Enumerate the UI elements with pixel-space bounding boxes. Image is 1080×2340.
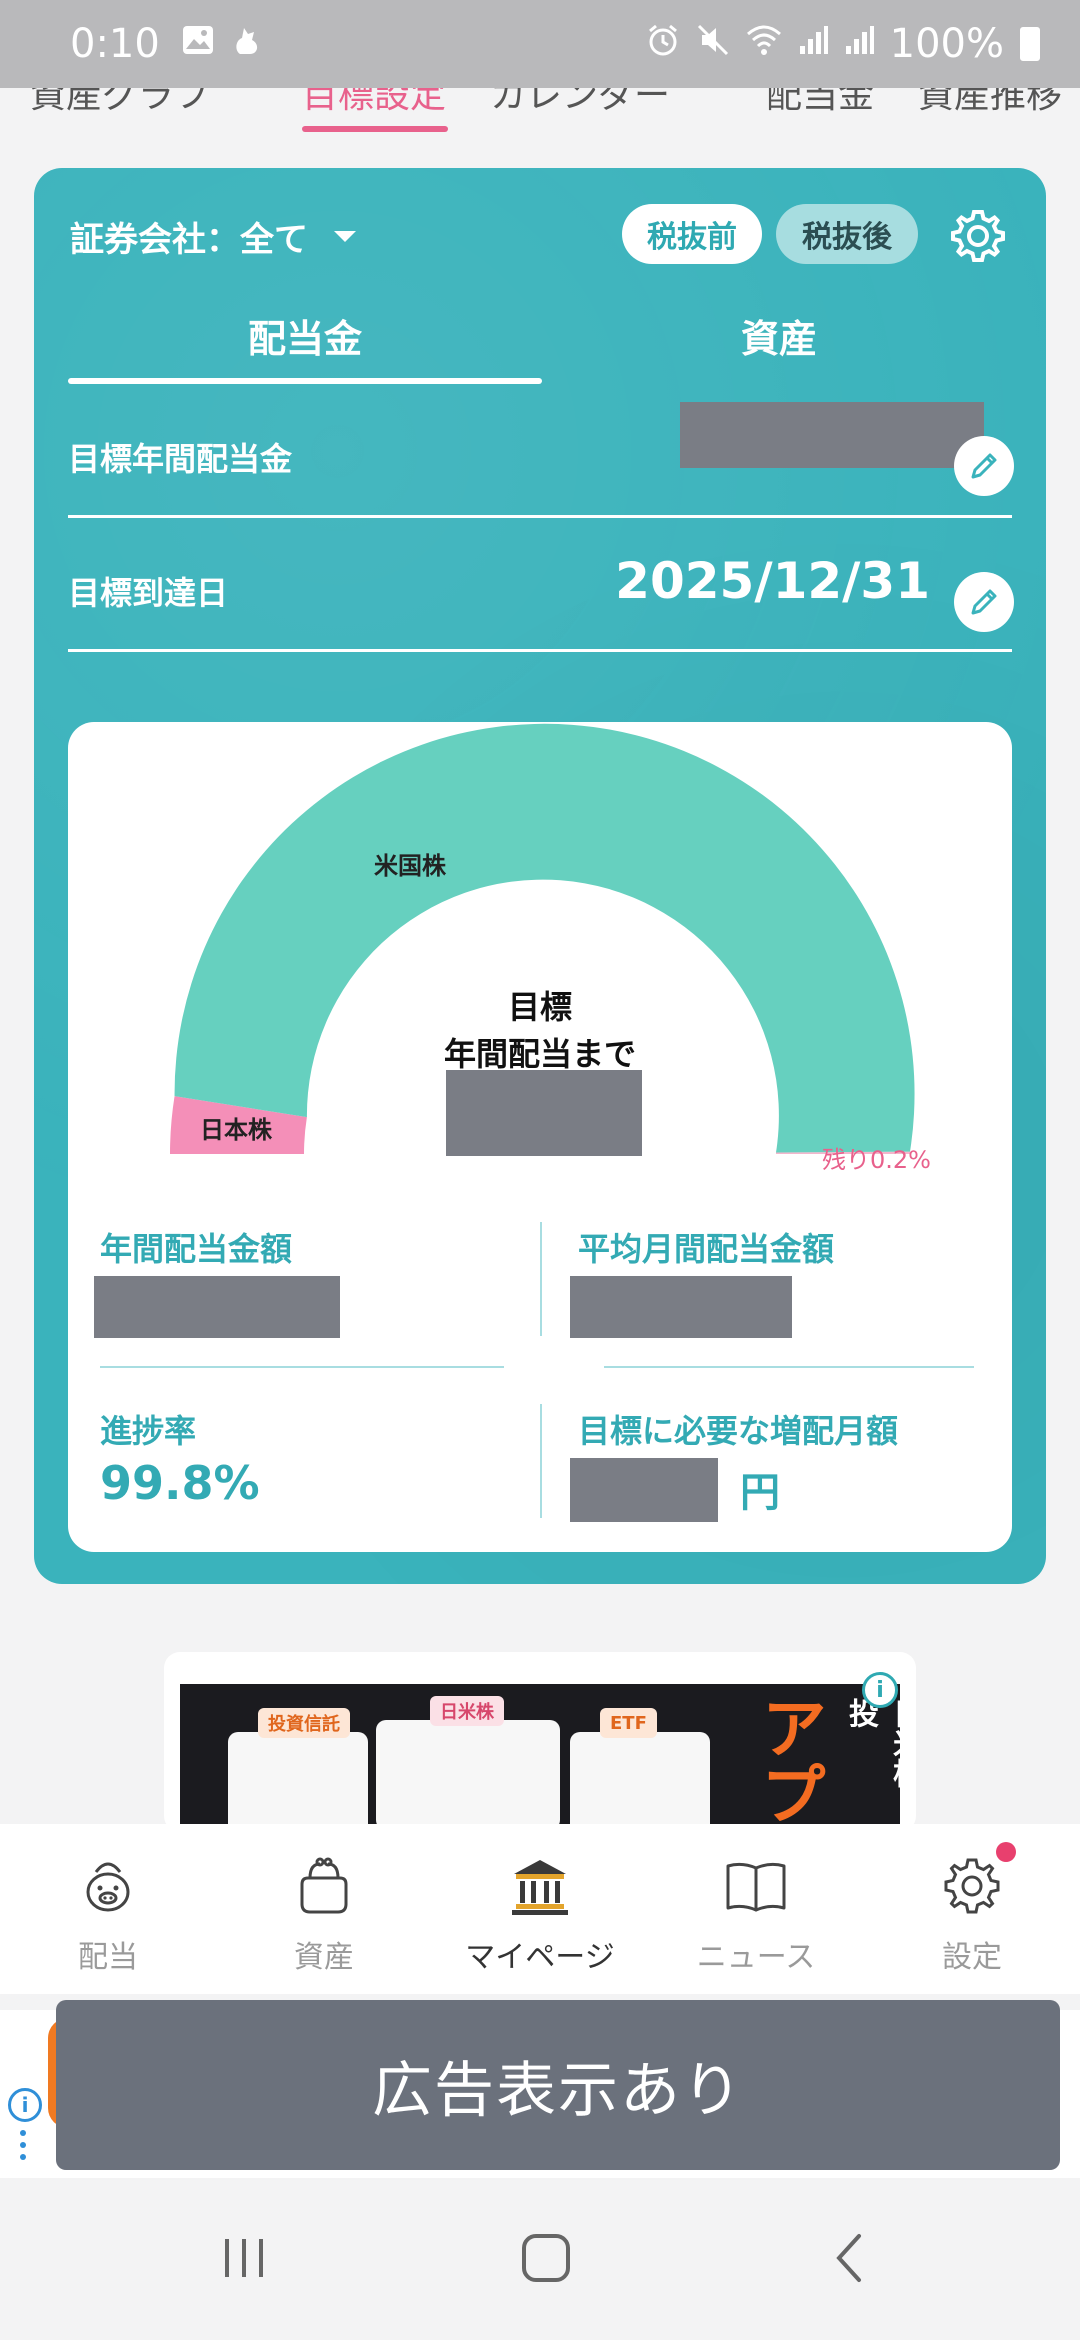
mute-icon: [696, 23, 730, 66]
pencil-icon: [971, 589, 997, 615]
target-date-label: 目標到達日: [68, 574, 229, 612]
divider: [540, 1404, 542, 1518]
piggy-bank-icon: [86, 1862, 130, 1912]
needed-monthly-increase-label: 目標に必要な増配月額: [578, 1412, 899, 1450]
gear-icon: [944, 1858, 1000, 1914]
redacted-value: [680, 402, 984, 468]
nav-item-dividend[interactable]: 配当: [0, 1824, 216, 1994]
progress-rate-value: 99.8%: [100, 1456, 260, 1510]
top-tab-underline: [302, 126, 448, 132]
redacted-value: [446, 1070, 642, 1156]
tab-asset[interactable]: 資産: [542, 308, 1016, 363]
ad-overlay-label: 広告表示あり: [56, 2000, 1060, 2170]
top-tab-calendar[interactable]: カレンダー: [490, 88, 670, 118]
ad-tag-etf: ETF: [600, 1708, 657, 1738]
nav-label-dividend: 配当: [78, 1940, 138, 1975]
redacted-value: [570, 1458, 718, 1522]
redacted-value: [94, 1276, 340, 1338]
notification-dot: [996, 1842, 1016, 1862]
target-date-row: 目標到達日 2025/12/31: [68, 522, 1012, 652]
signal-icon-2: [844, 24, 874, 65]
top-tab-asset-history[interactable]: 資産推移: [918, 88, 1062, 118]
gallery-icon: [182, 24, 214, 64]
goal-card: 証券会社：全て 税抜前 税抜後 配当金 資産 目標年間配当金 目標到達日 202…: [34, 168, 1046, 1584]
target-date-value: 2025/12/31: [615, 552, 930, 610]
nav-item-asset[interactable]: 資産: [216, 1824, 432, 1994]
after-tax-button[interactable]: 税抜後: [776, 204, 918, 264]
monthly-average-label: 平均月間配当金額: [578, 1230, 835, 1268]
nav-label-asset: 資産: [294, 1940, 354, 1975]
gauge-label-us: 米国株: [374, 852, 446, 880]
ad-big-text: アプ: [750, 1694, 827, 1826]
status-bar: 0:10 100%: [0, 0, 1080, 88]
home-icon[interactable]: [506, 2218, 586, 2298]
top-tab-dividend[interactable]: 配当金: [766, 88, 874, 118]
subtab-underline: [68, 378, 542, 384]
target-annual-label: 目標年間配当金: [68, 440, 293, 478]
divider: [540, 1222, 542, 1336]
nav-item-settings[interactable]: 設定: [864, 1824, 1080, 1994]
nav-item-news[interactable]: ニュース: [648, 1824, 864, 1994]
nav-label-mypage: マイページ: [465, 1940, 615, 1975]
system-navigation-bar: [0, 2178, 1080, 2340]
gear-icon[interactable]: [948, 206, 1008, 266]
top-tab-asset-graph[interactable]: 資産グラフ: [30, 88, 210, 118]
wifi-icon: [746, 24, 782, 65]
gauge-center-text: 目標 年間配当まで: [390, 984, 690, 1078]
yen-suffix: 円: [740, 1470, 780, 1516]
gauge-label-jp: 日本株: [200, 1116, 272, 1144]
cat-app-icon: [232, 24, 262, 65]
ad-side-text: 日米株・投: [843, 1698, 900, 1818]
pre-tax-button[interactable]: 税抜前: [622, 204, 762, 264]
nav-label-settings: 設定: [942, 1940, 1002, 1975]
ad-image[interactable]: 投資信託 日米株 ETF アプ 日米株・投: [180, 1684, 900, 1832]
nav-item-mypage[interactable]: マイページ: [432, 1824, 648, 1994]
top-tab-goal[interactable]: 目標設定: [302, 88, 446, 118]
ad-banner[interactable]: 投資信託 日米株 ETF アプ 日米株・投 i: [164, 1652, 916, 1832]
ad-screen-1: [228, 1732, 368, 1832]
ad-strip-info-icon[interactable]: i: [8, 2088, 42, 2122]
annual-dividend-label: 年間配当金額: [100, 1230, 293, 1268]
recent-apps-icon[interactable]: [204, 2218, 284, 2298]
bank-building-icon: [512, 1860, 568, 1915]
broker-label: 証券会社：全て: [70, 220, 308, 260]
progress-rate-label: 進捗率: [100, 1412, 197, 1450]
gauge-center-line1: 目標: [507, 988, 572, 1026]
broker-selector[interactable]: 証券会社：全て: [70, 212, 356, 261]
ad-info-icon[interactable]: i: [862, 1672, 898, 1708]
ad-tag-fund: 投資信託: [258, 1708, 350, 1738]
bottom-navigation: 配当 資産 マイページ ニュース 設定: [0, 1824, 1080, 1994]
nav-label-news: ニュース: [696, 1940, 816, 1975]
edit-target-annual-button[interactable]: [954, 436, 1014, 496]
battery-percent: 100%: [889, 21, 1004, 67]
gauge-label-remain: 残り0.2%: [822, 1146, 931, 1174]
open-book-icon: [726, 1862, 786, 1912]
battery-icon: [1020, 27, 1040, 61]
top-tab-bar: 資産グラフ 目標設定 カレンダー 配当金 資産推移: [0, 88, 1080, 136]
ad-strip-more-icon[interactable]: [20, 2130, 26, 2166]
signal-icon: [798, 24, 828, 65]
purse-icon: [300, 1857, 348, 1914]
target-annual-row: 目標年間配当金: [68, 388, 1012, 518]
ad-screen-2: [376, 1720, 560, 1830]
redacted-value: [570, 1276, 792, 1338]
progress-panel: 米国株 日本株 残り0.2% 目標 年間配当まで 年間配当金額 平均月間配当金額…: [68, 722, 1012, 1552]
edit-target-date-button[interactable]: [954, 572, 1014, 632]
alarm-icon: [646, 23, 680, 66]
divider: [100, 1366, 504, 1368]
dropdown-caret-icon: [334, 231, 356, 242]
pencil-icon: [971, 453, 997, 479]
back-icon[interactable]: [810, 2218, 890, 2298]
ad-tag-stocks: 日米株: [430, 1696, 504, 1726]
tab-dividend[interactable]: 配当金: [68, 308, 542, 363]
ad-screen-3: [570, 1732, 710, 1832]
status-time: 0:10: [70, 21, 160, 67]
divider: [604, 1366, 974, 1368]
